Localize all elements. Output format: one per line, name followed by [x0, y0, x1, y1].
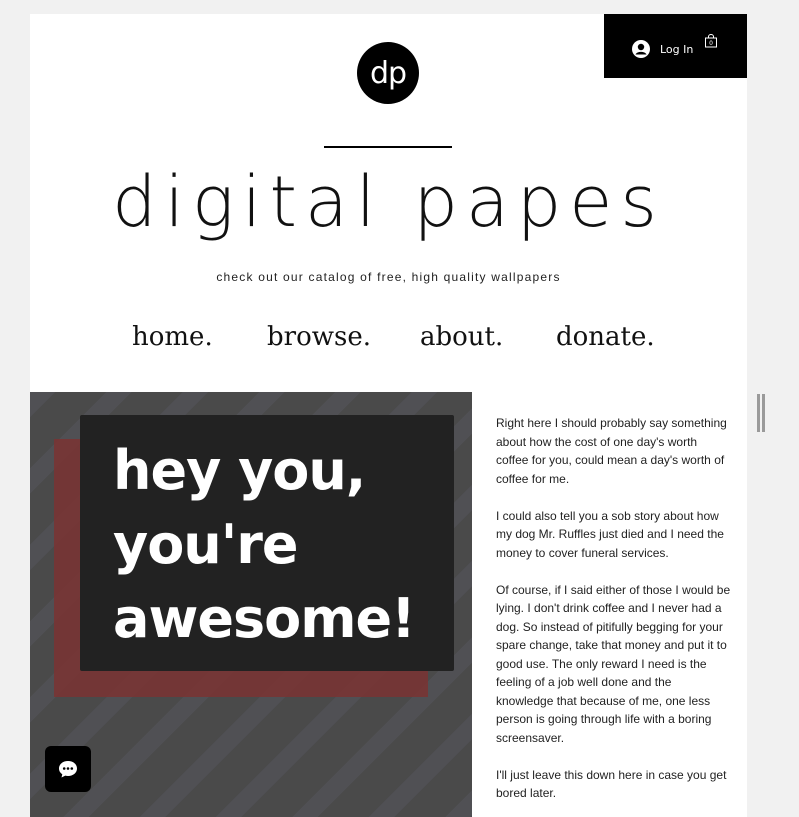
hero-line-1: hey you, — [113, 439, 366, 502]
page: Log In 0 dp digital papes check out our … — [30, 14, 747, 817]
login-label: Log In — [660, 42, 694, 56]
logo-text: dp — [369, 55, 407, 91]
shopping-bag-icon: 0 — [705, 34, 717, 48]
hero-image: hey you, you're awesome! — [30, 392, 472, 817]
scrollbar-handle[interactable] — [757, 394, 765, 432]
nav-item-donate[interactable]: donate. — [556, 320, 655, 354]
site-logo[interactable]: dp — [357, 42, 419, 104]
cart-button[interactable]: 0 — [704, 33, 718, 48]
paragraph-4: I'll just leave this down here in case y… — [496, 767, 727, 801]
hero-line-3: awesome! — [113, 587, 416, 650]
cart-count: 0 — [709, 40, 713, 47]
login-button[interactable]: Log In — [632, 40, 693, 58]
donate-copy: Right here I should probably say somethi… — [496, 414, 731, 817]
user-avatar-icon — [632, 40, 650, 58]
chat-button[interactable] — [45, 746, 91, 792]
nav-item-home[interactable]: home. — [132, 320, 213, 354]
header-account-bar: Log In 0 — [604, 14, 747, 78]
paragraph-1: Right here I should probably say somethi… — [496, 416, 727, 486]
main-nav: home. browse. about. donate. — [30, 320, 747, 354]
nav-item-about[interactable]: about. — [420, 320, 503, 354]
paragraph-3: Of course, if I said either of those I w… — [496, 582, 731, 745]
title-divider — [324, 146, 452, 148]
hero-line-2: you're — [113, 513, 299, 576]
hero-headline: hey you, you're awesome! — [113, 434, 416, 656]
chat-icon — [59, 761, 77, 778]
site-tagline: check out our catalog of free, high qual… — [216, 270, 561, 284]
paragraph-2: I could also tell you a sob story about … — [496, 508, 724, 560]
nav-item-browse[interactable]: browse. — [267, 320, 371, 354]
site-title: digital papes — [112, 161, 665, 243]
